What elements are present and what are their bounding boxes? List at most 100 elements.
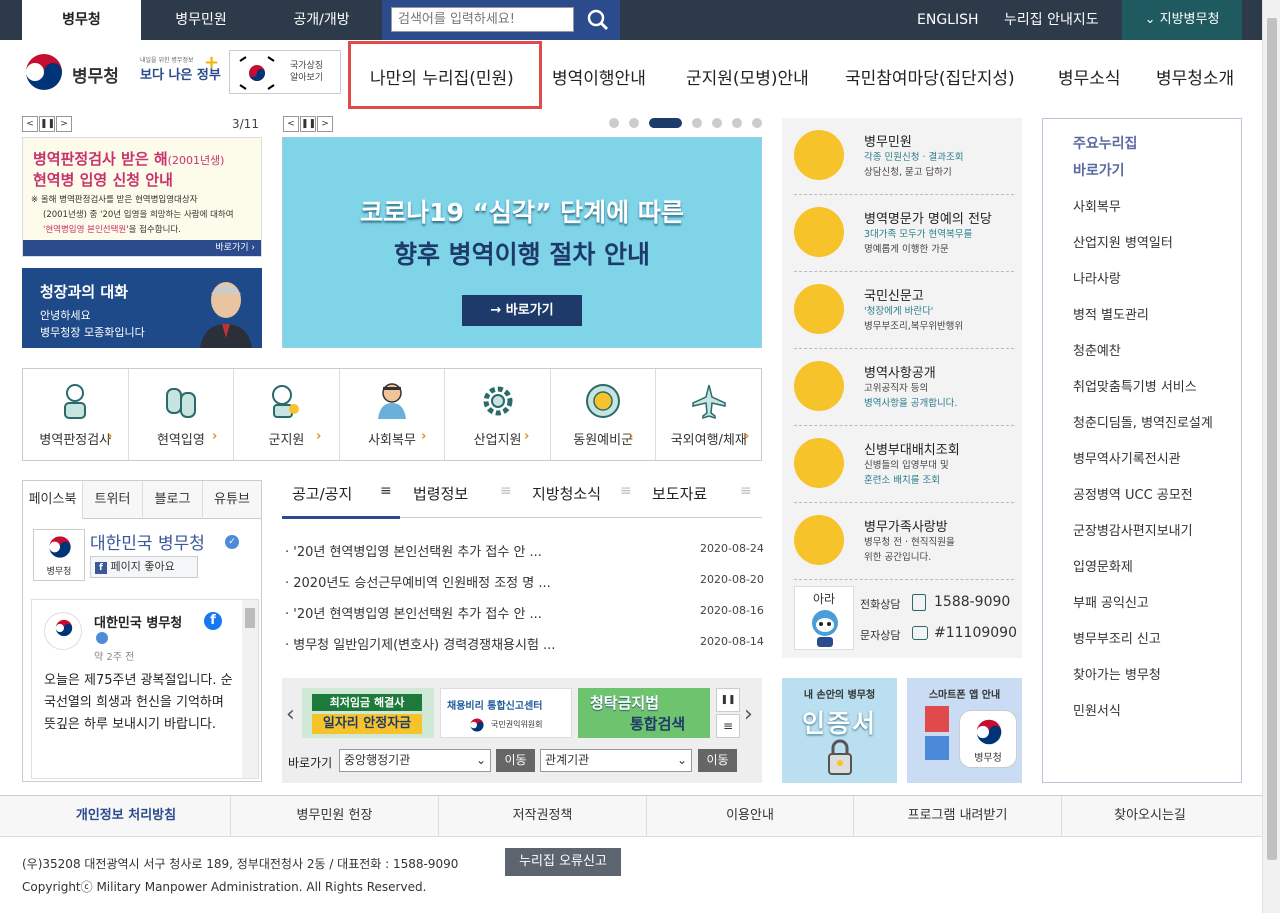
- dot[interactable]: [752, 118, 762, 128]
- ql-item[interactable]: 병적 별도관리: [1073, 304, 1149, 323]
- main-prev-button[interactable]: <: [283, 116, 299, 132]
- ql-item[interactable]: 청춘디딤돌, 병역진로설계: [1073, 412, 1213, 431]
- sitemap-link[interactable]: 누리집 안내지도: [1004, 0, 1099, 40]
- sms-number[interactable]: #11109090: [934, 625, 1017, 641]
- ql-item[interactable]: 병무부조리 신고: [1073, 628, 1161, 647]
- error-report-button[interactable]: 누리집 오류신고: [505, 848, 621, 876]
- page-scrollbar[interactable]: [1262, 0, 1280, 913]
- notice-item[interactable]: · '20년 현역병입영 본인선택원 추가 접수 안 ...: [285, 603, 542, 622]
- ql-item[interactable]: 나라사랑: [1073, 268, 1121, 287]
- tab-blog[interactable]: 블로그: [143, 481, 203, 519]
- notice-item[interactable]: · '20년 현역병입영 본인선택원 추가 접수 안 ...: [285, 541, 542, 560]
- ql-item[interactable]: 찾아가는 병무청: [1073, 664, 1161, 683]
- tab-law[interactable]: 법령정보: [413, 483, 468, 504]
- qm-active-duty[interactable]: 현역입영: [129, 369, 235, 460]
- svc-disclosure[interactable]: 병역사항공개 고위공직자 등의 병역사항을 공개합니다.: [782, 349, 1022, 426]
- ql-item[interactable]: 공정병역 UCC 공모전: [1073, 484, 1193, 503]
- gnb-news[interactable]: 병무소식: [1058, 64, 1121, 89]
- footer-copyright-policy[interactable]: 저작권정책: [439, 796, 647, 836]
- footer-directions[interactable]: 찾아오시는길: [1062, 796, 1238, 836]
- fb-page-name[interactable]: 대한민국 병무청: [90, 529, 205, 554]
- more-icon[interactable]: ≡: [380, 483, 392, 499]
- move-button-1[interactable]: 이동: [496, 749, 535, 772]
- agency-select[interactable]: 중앙행정기관 ⌄: [339, 749, 491, 772]
- dot-active[interactable]: [649, 118, 682, 128]
- chevron-left-icon[interactable]: ‹: [286, 702, 295, 727]
- more-icon[interactable]: ≡: [500, 483, 512, 499]
- tab-mma[interactable]: 병무청: [22, 0, 141, 40]
- move-button-2[interactable]: 이동: [698, 749, 737, 772]
- gnb-military-service[interactable]: 병역이행안내: [552, 64, 646, 89]
- fb-post[interactable]: 대한민국 병무청 f 약 2주 전 오늘은 제75주년 광복절입니다. 순국선열…: [31, 599, 259, 779]
- national-symbol-link[interactable]: 국가상징 알아보기: [229, 50, 341, 94]
- post-scrollbar[interactable]: [242, 600, 258, 778]
- ql-item[interactable]: 입영문화제: [1073, 556, 1133, 575]
- banner-list-button[interactable]: ≡: [716, 714, 740, 738]
- banner-enlistment[interactable]: 병역판정검사 받은 해(2001년생) 현역병 입영 신청 안내 ※ 올해 병역…: [22, 137, 262, 257]
- banner-hiring-report[interactable]: 채용비리 통합신고센터 국민권익위원회: [440, 688, 572, 738]
- tab-youtube[interactable]: 유튜브: [203, 481, 261, 519]
- prev-button[interactable]: <: [22, 116, 38, 132]
- ql-item[interactable]: 민원서식: [1073, 700, 1121, 719]
- banner1-go[interactable]: 바로가기 ›: [23, 240, 261, 256]
- main-banner-button[interactable]: → 바로가기: [462, 295, 582, 326]
- svc-civil[interactable]: 병무민원 각종 민원신청 · 결과조회 상담신청, 묻고 답하기: [782, 118, 1022, 195]
- svc-petition[interactable]: 국민신문고 '청장에게 바란다' 병무부조리,복무위반행위: [782, 272, 1022, 349]
- ql-item[interactable]: 병무역사기록전시관: [1073, 448, 1181, 467]
- ql-item[interactable]: 취업맞춤특기병 서비스: [1073, 376, 1197, 395]
- ql-item[interactable]: 사회복무: [1073, 196, 1121, 215]
- tab-regional-news[interactable]: 지방청소식: [532, 483, 601, 504]
- tab-twitter[interactable]: 트위터: [83, 481, 143, 519]
- dot[interactable]: [629, 118, 639, 128]
- footer-charter[interactable]: 병무민원 헌장: [231, 796, 439, 836]
- main-banner[interactable]: 코로나19 “심각” 단계에 따른 향후 병역이행 절차 안내 → 바로가기: [282, 137, 762, 348]
- phone-number[interactable]: 1588-9090: [934, 594, 1010, 610]
- ql-item[interactable]: 군장병감사편지보내기: [1073, 520, 1193, 539]
- qm-physical-exam[interactable]: 병역판정검사: [23, 369, 129, 460]
- related-agency-select[interactable]: 관계기관 ⌄: [540, 749, 692, 772]
- qm-reserve[interactable]: 동원예비군: [551, 369, 657, 460]
- search-button[interactable]: [583, 5, 613, 35]
- regional-office-dropdown[interactable]: ⌄ 지방병무청: [1122, 0, 1242, 40]
- dot[interactable]: [732, 118, 742, 128]
- tab-open-data[interactable]: 공개/개방: [261, 0, 382, 40]
- next-button[interactable]: >: [56, 116, 72, 132]
- gnb-about[interactable]: 병무청소개: [1156, 64, 1234, 89]
- tab-press[interactable]: 보도자료: [652, 483, 707, 504]
- ql-item[interactable]: 산업지원 병역일터: [1073, 232, 1173, 251]
- svc-hall-of-fame[interactable]: 병역명문가 명예의 전당 3대가족 모두가 현역복무를 명예롭게 이행한 가문: [782, 195, 1022, 272]
- tab-facebook[interactable]: 페이스북: [23, 481, 83, 519]
- svc-family-room[interactable]: 병무가족사랑방 병무청 전 · 현직직원을 위한 공간입니다.: [782, 503, 1022, 580]
- tab-notice[interactable]: 공고/공지: [292, 483, 352, 504]
- tab-civil-service[interactable]: 병무민원: [141, 0, 261, 40]
- english-link[interactable]: ENGLISH: [917, 0, 979, 40]
- svc-unit-lookup[interactable]: 신병부대배치조회 신병들의 입영부대 및 훈련소 배치를 조회: [782, 426, 1022, 503]
- more-icon[interactable]: ≡: [740, 483, 752, 499]
- fb-like-button[interactable]: f 페이지 좋아요: [90, 556, 198, 578]
- dot[interactable]: [609, 118, 619, 128]
- banner-commissioner[interactable]: 청장과의 대화 안녕하세요 병무청장 모종화입니다: [22, 268, 262, 348]
- qm-volunteer[interactable]: 군지원: [234, 369, 340, 460]
- banner-anti-graft[interactable]: 청탁금지법 통합검색: [578, 688, 710, 738]
- ql-item[interactable]: 부패 공익신고: [1073, 592, 1149, 611]
- pause-button[interactable]: ❚❚: [39, 116, 55, 132]
- qm-social-service[interactable]: 사회복무: [340, 369, 446, 460]
- fb-page-logo[interactable]: 병무청: [33, 529, 85, 581]
- qm-industrial[interactable]: 산업지원: [445, 369, 551, 460]
- chevron-right-icon[interactable]: ›: [744, 702, 753, 727]
- main-pause-button[interactable]: ❚❚: [300, 116, 316, 132]
- search-input[interactable]: [391, 7, 574, 32]
- qm-overseas[interactable]: 국외여행/체재: [656, 369, 761, 460]
- banner-smartphone-app[interactable]: 스마트폰 앱 안내 병무청: [907, 678, 1022, 783]
- more-icon[interactable]: ≡: [620, 483, 632, 499]
- gnb-enlistment[interactable]: 군지원(모병)안내: [686, 64, 809, 89]
- banner-pause-button[interactable]: ❚❚: [716, 688, 740, 712]
- footer-privacy[interactable]: 개인정보 처리방침: [22, 796, 231, 836]
- mma-logo[interactable]: [22, 50, 70, 94]
- ql-item[interactable]: 청춘예찬: [1073, 340, 1121, 359]
- footer-guide[interactable]: 이용안내: [647, 796, 854, 836]
- dot[interactable]: [692, 118, 702, 128]
- banner-min-wage[interactable]: 최저임금 해결사 일자리 안정자금: [302, 688, 434, 738]
- scrollbar-thumb[interactable]: [1267, 18, 1277, 860]
- footer-download[interactable]: 프로그램 내려받기: [854, 796, 1062, 836]
